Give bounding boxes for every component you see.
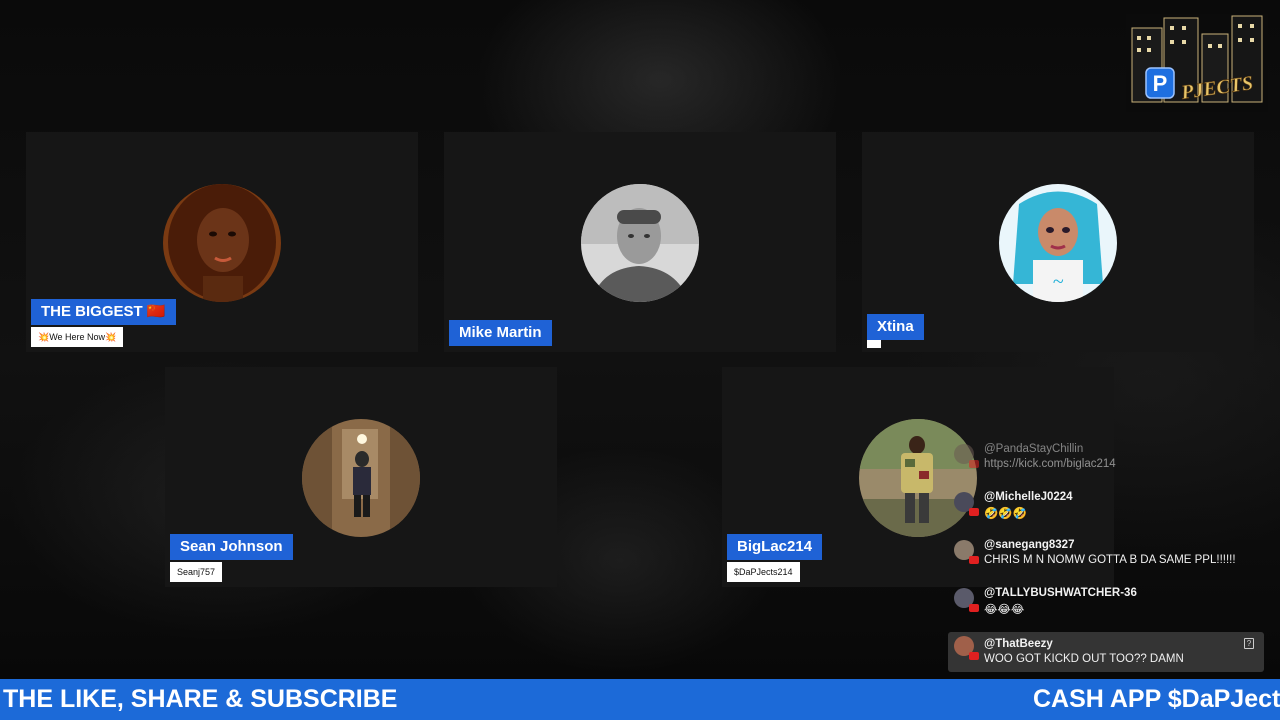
chat-user-avatar xyxy=(954,588,979,612)
chat-message: @TALLYBUSHWATCHER-36 😂😂😂 xyxy=(948,584,1264,620)
participant-tile-3[interactable]: ~ Xtina xyxy=(862,132,1254,352)
participant-subtitle: $DaPJects214 xyxy=(727,562,800,582)
participant-tile-1[interactable]: THE BIGGEST 🇨🇳 💥We Here Now💥 xyxy=(26,132,418,352)
chat-username: @PandaStayChillin xyxy=(984,443,1084,455)
chat-text: CHRIS M N NOMW GOTTA B DA SAME PPL!!!!!! xyxy=(984,554,1236,566)
chat-username: @sanegang8327 xyxy=(984,539,1075,551)
participant-tile-2[interactable]: Mike Martin xyxy=(444,132,836,352)
chat-text: WOO GOT KICKD OUT TOO?? DAMN xyxy=(984,653,1184,665)
chat-username: @MichelleJ0224 xyxy=(984,491,1073,503)
youtube-icon xyxy=(969,652,979,660)
ticker-text-left: THE LIKE, SHARE & SUBSCRIBE xyxy=(3,685,398,713)
chat-message: @MichelleJ0224 🤣🤣🤣 xyxy=(948,488,1264,524)
participant-name-tag: BigLac214 xyxy=(727,534,823,560)
report-flag-icon[interactable]: ? xyxy=(1244,638,1254,649)
youtube-icon xyxy=(969,556,979,564)
participant-name-tag: Sean Johnson xyxy=(170,534,293,560)
youtube-icon xyxy=(969,508,979,516)
participant-avatar: ~ xyxy=(999,184,1117,302)
svg-text:~: ~ xyxy=(1053,271,1064,293)
ticker-text-right: CASH APP $DaPJect xyxy=(1033,685,1280,713)
participant-subtitle: 💥We Here Now💥 xyxy=(31,327,124,347)
chat-text: https://kick.com/biglac214 xyxy=(984,458,1116,470)
participant-avatar xyxy=(302,419,420,537)
chat-user-avatar xyxy=(954,636,979,660)
chat-message: @PandaStayChillin https://kick.com/bigla… xyxy=(948,440,1264,476)
chat-text: 😂😂😂 xyxy=(984,604,1025,616)
chat-message: @sanegang8327 CHRIS M N NOMW GOTTA B DA … xyxy=(948,536,1264,572)
chat-username: @ThatBeezy xyxy=(984,638,1053,650)
chat-text: 🤣🤣🤣 xyxy=(984,508,1027,520)
chat-user-avatar xyxy=(954,540,979,564)
youtube-icon xyxy=(969,460,979,468)
participant-subtitle xyxy=(867,340,881,348)
chat-message-highlighted[interactable]: @ThatBeezy WOO GOT KICKD OUT TOO?? DAMN … xyxy=(948,632,1264,672)
participant-subtitle: Seanj757 xyxy=(170,562,223,582)
youtube-icon xyxy=(969,604,979,612)
scrolling-ticker: THE LIKE, SHARE & SUBSCRIBE CASH APP $Da… xyxy=(0,679,1280,720)
channel-logo: P PJECTS xyxy=(1126,14,1268,112)
chat-username: @TALLYBUSHWATCHER-36 xyxy=(984,587,1137,599)
chat-user-avatar xyxy=(954,444,979,468)
participant-name-tag: THE BIGGEST 🇨🇳 xyxy=(31,299,176,325)
participant-name-tag: Mike Martin xyxy=(449,320,552,346)
chat-user-avatar xyxy=(954,492,979,516)
participant-name-tag: Xtina xyxy=(867,314,924,340)
live-chat-overlay: @PandaStayChillin https://kick.com/bigla… xyxy=(948,440,1264,684)
svg-text:P: P xyxy=(1153,71,1168,96)
participant-avatar xyxy=(163,184,281,302)
participant-avatar xyxy=(581,184,699,302)
participant-tile-4[interactable]: Sean Johnson Seanj757 xyxy=(165,367,557,587)
